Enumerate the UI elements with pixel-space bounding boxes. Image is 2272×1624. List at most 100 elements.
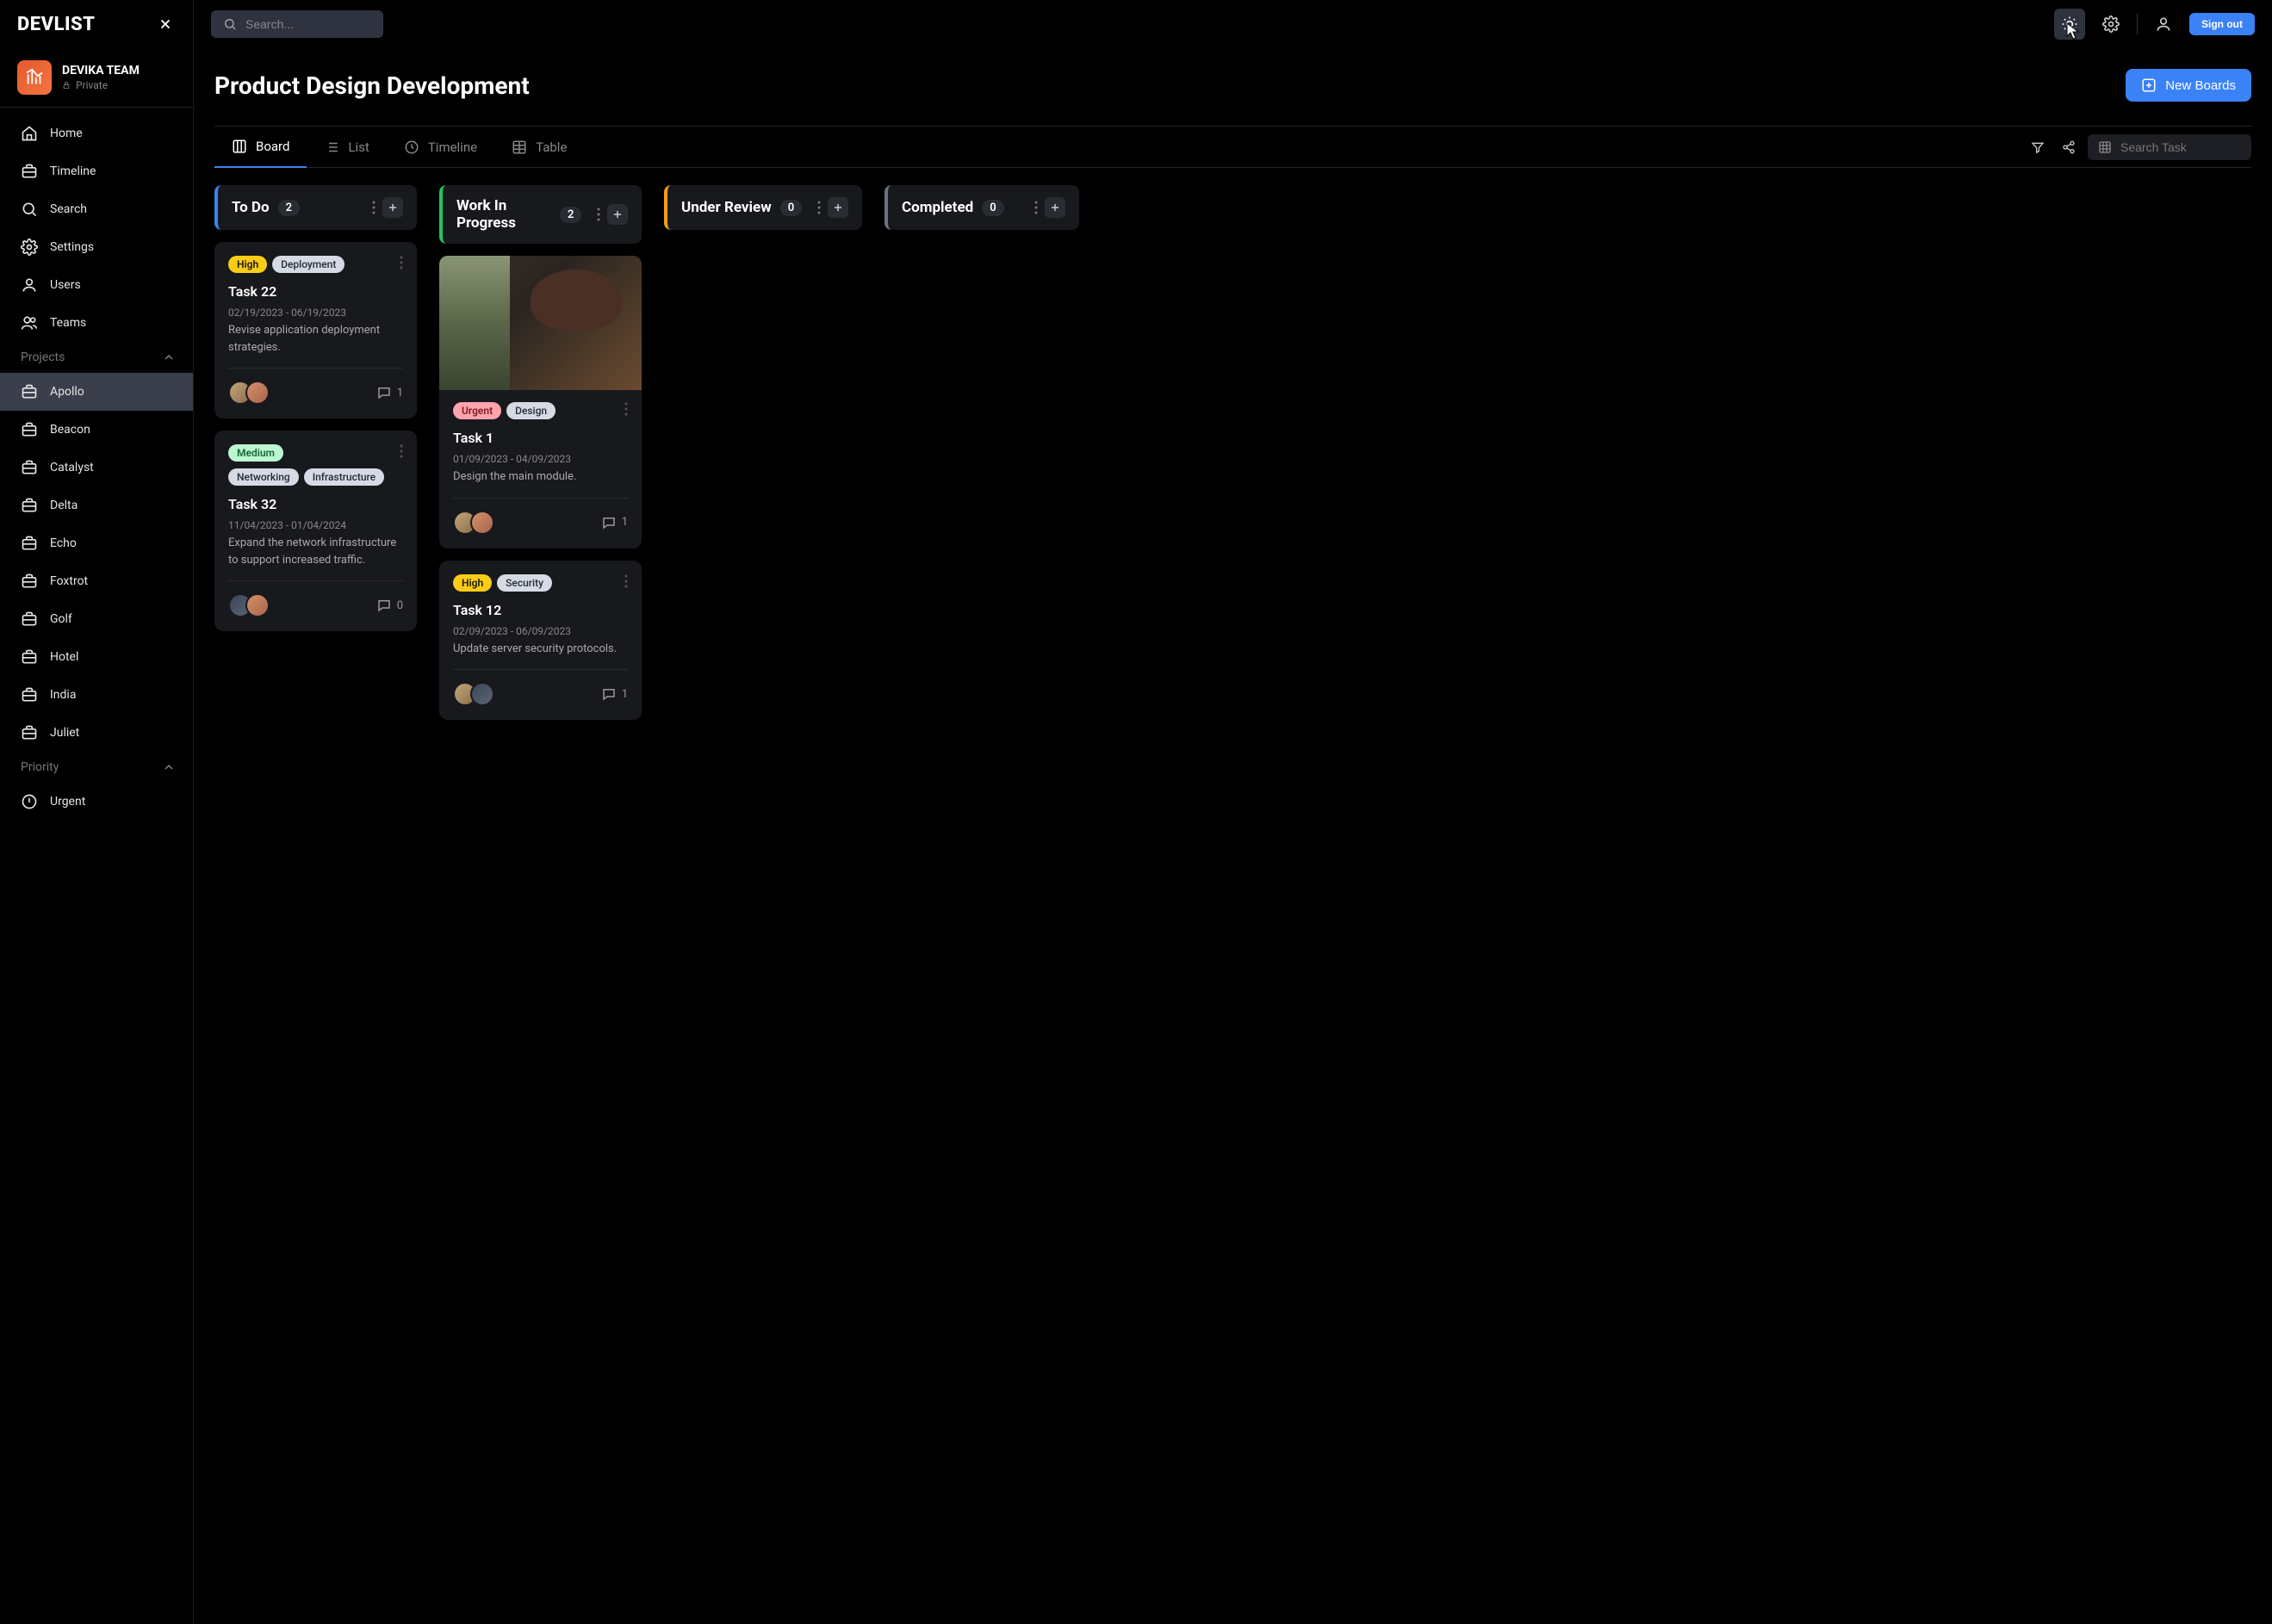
tab-list[interactable]: List	[307, 127, 386, 167]
nav-timeline-label: Timeline	[50, 164, 96, 178]
column-actions	[369, 197, 403, 218]
tab-table-label: Table	[536, 139, 567, 155]
nav-teams[interactable]: Teams	[0, 304, 193, 342]
signout-button[interactable]: Sign out	[2189, 13, 2255, 35]
task-card[interactable]: Urgent Design Task 1 01/09/2023 - 04/09/…	[439, 256, 642, 549]
card-footer: 0	[228, 580, 403, 617]
add-card-button[interactable]	[1045, 197, 1065, 218]
card-tags: Urgent Design	[453, 402, 556, 419]
briefcase-icon	[21, 611, 38, 628]
category-tag: Security	[497, 574, 552, 592]
avatars	[228, 381, 270, 405]
global-search[interactable]	[211, 10, 383, 38]
card-menu-button[interactable]	[400, 256, 403, 270]
project-india[interactable]: India	[0, 676, 193, 714]
close-sidebar-button[interactable]	[155, 14, 176, 34]
content: Product Design Development New Boards Bo…	[194, 48, 2272, 1624]
column-menu-button[interactable]	[1031, 201, 1041, 214]
profile-button[interactable]	[2148, 9, 2179, 40]
column-title: To Do	[232, 199, 270, 216]
priority-section-header[interactable]: Priority	[0, 752, 193, 783]
users-icon	[21, 314, 38, 332]
count-badge: 2	[560, 207, 581, 223]
topbar: Sign out	[194, 0, 2272, 48]
comment-count: 1	[397, 387, 403, 400]
project-hotel[interactable]: Hotel	[0, 638, 193, 676]
priority-tag: Urgent	[453, 402, 501, 419]
card-tags: Medium	[228, 444, 283, 462]
nav-users[interactable]: Users	[0, 266, 193, 304]
projects-section-header[interactable]: Projects	[0, 342, 193, 373]
team-privacy-label: Private	[76, 79, 108, 91]
count-badge: 0	[982, 200, 1003, 216]
new-board-button[interactable]: New Boards	[2126, 69, 2251, 102]
project-beacon[interactable]: Beacon	[0, 411, 193, 449]
card-footer: 1	[453, 498, 628, 535]
user-icon	[21, 276, 38, 294]
column-menu-button[interactable]	[369, 201, 379, 214]
theme-toggle-button[interactable]	[2054, 9, 2085, 40]
task-search-input[interactable]	[2120, 140, 2272, 154]
tabs-row: Board List Timeline Table	[214, 126, 2251, 168]
search-input[interactable]	[245, 17, 401, 31]
project-catalyst[interactable]: Catalyst	[0, 449, 193, 487]
column-header-todo: To Do 2	[214, 185, 417, 230]
task-card[interactable]: Medium Networking Infrastructure Task 32…	[214, 431, 417, 631]
column-header-wip: Work In Progress 2	[439, 185, 642, 244]
card-menu-button[interactable]	[624, 402, 628, 416]
project-delta[interactable]: Delta	[0, 487, 193, 524]
briefcase-icon	[21, 163, 38, 180]
nav-timeline[interactable]: Timeline	[0, 152, 193, 190]
column-menu-button[interactable]	[814, 201, 824, 214]
nav-settings-label: Settings	[50, 240, 94, 254]
cursor-icon	[2066, 22, 2080, 41]
task-card[interactable]: High Security Task 12 02/09/2023 - 06/09…	[439, 561, 642, 721]
briefcase-icon	[21, 573, 38, 590]
comments[interactable]: 0	[376, 598, 403, 613]
project-apollo[interactable]: Apollo	[0, 373, 193, 411]
grid-icon	[232, 139, 247, 154]
add-card-button[interactable]	[382, 197, 403, 218]
project-label: Delta	[50, 499, 78, 512]
tab-list-label: List	[348, 139, 369, 155]
column-header-review: Under Review 0	[664, 185, 862, 230]
comments[interactable]: 1	[601, 686, 628, 702]
avatars	[228, 593, 270, 617]
card-menu-button[interactable]	[624, 574, 628, 588]
project-foxtrot[interactable]: Foxtrot	[0, 562, 193, 600]
card-menu-button[interactable]	[400, 444, 403, 458]
project-juliet[interactable]: Juliet	[0, 714, 193, 752]
briefcase-icon	[21, 383, 38, 400]
nav-search[interactable]: Search	[0, 190, 193, 228]
comments[interactable]: 1	[601, 515, 628, 530]
task-card[interactable]: High Deployment Task 22 02/19/2023 - 06/…	[214, 242, 417, 418]
add-card-button[interactable]	[828, 197, 848, 218]
nav-search-label: Search	[50, 202, 87, 216]
card-title: Task 32	[228, 496, 403, 512]
briefcase-icon	[21, 686, 38, 704]
add-card-button[interactable]	[607, 204, 628, 225]
column-todo: To Do 2 High Deployment	[214, 185, 417, 643]
task-search[interactable]	[2088, 134, 2251, 160]
project-golf[interactable]: Golf	[0, 600, 193, 638]
search-icon	[21, 201, 38, 218]
project-echo[interactable]: Echo	[0, 524, 193, 562]
share-button[interactable]	[2057, 135, 2081, 159]
briefcase-icon	[21, 724, 38, 741]
nav-settings[interactable]: Settings	[0, 228, 193, 266]
card-date: 01/09/2023 - 04/09/2023	[453, 453, 628, 465]
nav-home[interactable]: Home	[0, 115, 193, 152]
settings-button[interactable]	[2095, 9, 2126, 40]
column-menu-button[interactable]	[593, 208, 604, 221]
priority-urgent[interactable]: Urgent	[0, 783, 193, 821]
tab-board[interactable]: Board	[214, 127, 307, 168]
nav-section: Home Timeline Search Settings Users Team…	[0, 108, 193, 1624]
tab-table[interactable]: Table	[494, 127, 584, 167]
column-actions	[814, 197, 848, 218]
tab-timeline[interactable]: Timeline	[387, 127, 494, 167]
briefcase-icon	[21, 459, 38, 476]
filter-button[interactable]	[2026, 135, 2050, 159]
comments[interactable]: 1	[376, 385, 403, 400]
page-title: Product Design Development	[214, 71, 530, 100]
team-section[interactable]: DEVIKA TEAM Private	[0, 48, 193, 108]
